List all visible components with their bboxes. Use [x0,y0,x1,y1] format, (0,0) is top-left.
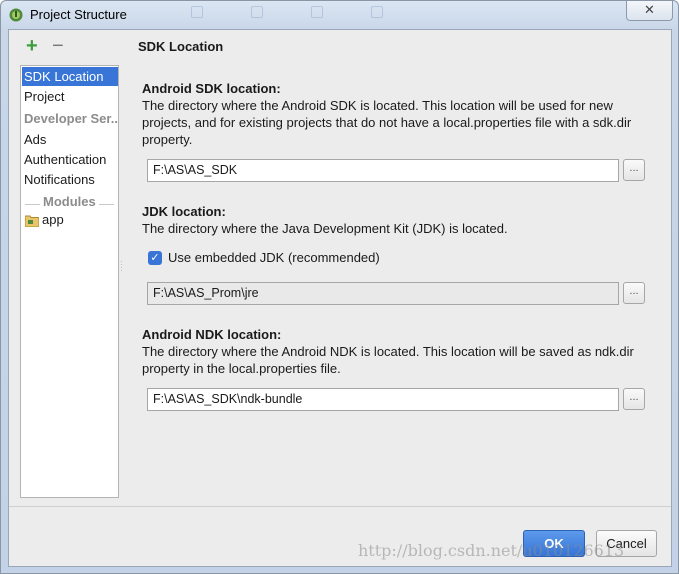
sidebar-item-notifications[interactable]: Notifications [22,170,118,189]
title-bar[interactable]: Project Structure ✕ [1,1,678,29]
faded-background-icon [251,6,263,18]
footer-divider [9,506,671,507]
close-button[interactable]: ✕ [626,1,673,21]
sidebar-category-developer-services: Developer Ser... [24,111,118,126]
close-icon: ✕ [644,2,655,17]
android-ndk-description: The directory where the Android NDK is l… [142,344,634,376]
faded-background-icon [191,6,203,18]
splitter-handle[interactable]: · · · · [120,258,123,275]
page-title: SDK Location [138,39,224,54]
android-ndk-label: Android NDK location: [142,327,282,342]
dialog-content: + − SDK Location Project Developer Ser..… [8,29,672,567]
sidebar-item-sdk-location[interactable]: SDK Location [22,67,118,86]
sidebar-item-ads[interactable]: Ads [22,130,118,149]
android-sdk-label: Android SDK location: [142,81,281,96]
android-sdk-browse-button[interactable]: ... [623,159,645,181]
android-sdk-path-field[interactable]: F:\AS\AS_SDK [147,159,619,182]
modules-divider-right [99,204,114,205]
android-ndk-browse-button[interactable]: ... [623,388,645,410]
faded-background-icon [371,6,383,18]
jdk-label: JDK location: [142,204,226,219]
sidebar-item-app[interactable]: app [42,212,64,227]
module-folder-icon [25,215,39,227]
embedded-jdk-checkbox[interactable]: ✓ [148,251,162,265]
sidebar-panel: SDK Location Project Developer Ser... Ad… [20,65,119,498]
sidebar-item-authentication[interactable]: Authentication [22,150,118,169]
window-title: Project Structure [30,7,127,22]
watermark: http://blog.csdn.net/u010126613 [358,541,625,560]
jdk-path-field: F:\AS\AS_Prom\jre [147,282,619,305]
checkmark-icon: ✓ [150,252,160,264]
embedded-jdk-checkbox-label[interactable]: Use embedded JDK (recommended) [168,250,380,265]
modules-divider-left [25,204,40,205]
jdk-description: The directory where the Java Development… [142,221,508,236]
modules-category-label: Modules [43,194,96,209]
project-structure-window: Project Structure ✕ + − SDK Location Pro… [0,0,679,574]
android-sdk-description: The directory where the Android SDK is l… [142,98,632,147]
faded-background-icon [311,6,323,18]
sidebar-item-project[interactable]: Project [22,87,118,106]
remove-icon[interactable]: − [52,36,64,56]
android-ndk-path-field[interactable]: F:\AS\AS_SDK\ndk-bundle [147,388,619,411]
jdk-browse-button[interactable]: ... [623,282,645,304]
android-studio-icon [9,8,23,22]
add-icon[interactable]: + [26,36,38,56]
